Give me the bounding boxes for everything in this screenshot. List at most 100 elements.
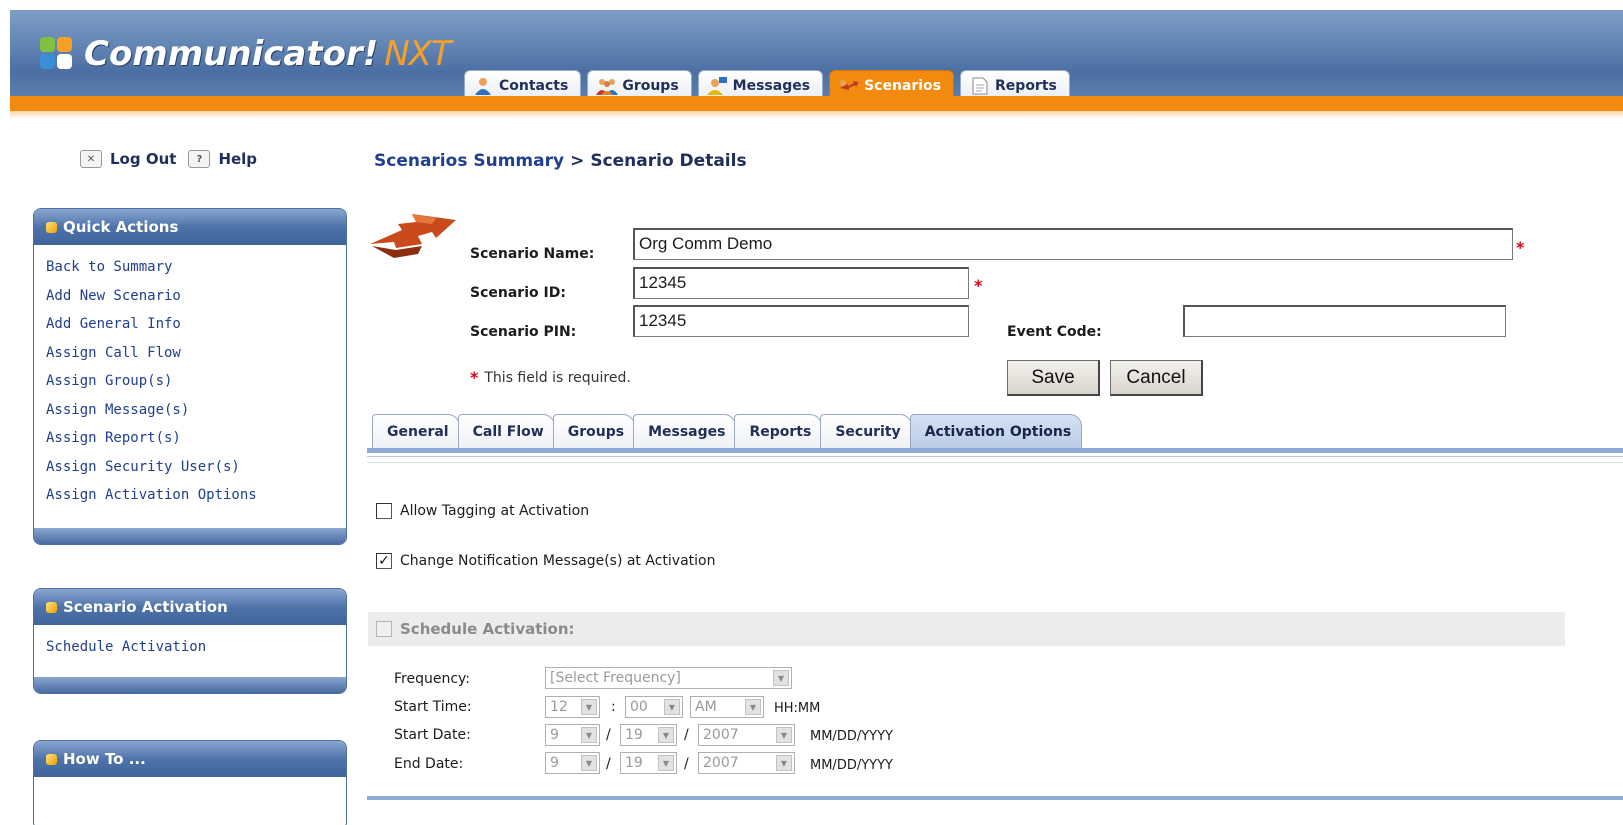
change-message-checkbox[interactable]: ✓ xyxy=(376,553,392,569)
tab-label: Contacts xyxy=(499,77,569,94)
breadcrumb: Scenarios Summary > Scenario Details xyxy=(374,151,747,171)
tab-call-flow[interactable]: Call Flow xyxy=(457,414,555,448)
quick-link-assign-messages[interactable]: Assign Message(s) xyxy=(46,396,346,425)
tab-label: Scenarios xyxy=(864,77,942,94)
scenario-name-label: Scenario Name: xyxy=(470,246,595,262)
frequency-value: [Select Frequency] xyxy=(550,670,681,686)
app-header: Communicator! NXT Contacts Groups Messag… xyxy=(10,10,1623,119)
required-field-note: * This field is required. xyxy=(470,368,631,387)
start-date-label: Start Date: xyxy=(394,727,471,743)
quick-actions-list: Back to Summary Add New Scenario Add Gen… xyxy=(34,245,346,528)
quick-link-assign-groups[interactable]: Assign Group(s) xyxy=(46,367,346,396)
scenario-activation-list: Schedule Activation xyxy=(34,625,346,677)
contact-person-icon xyxy=(473,77,493,95)
report-document-icon xyxy=(969,77,989,95)
start-time-label: Start Time: xyxy=(394,699,472,715)
start-hour-value: 12 xyxy=(550,699,568,715)
chevron-down-icon: ▼ xyxy=(658,727,674,743)
save-button[interactable]: Save xyxy=(1007,360,1100,396)
date-format-hint: MM/DD/YYYY xyxy=(810,758,893,773)
start-month-select[interactable]: 9 ▼ xyxy=(545,724,600,746)
quick-actions-header: Quick Actions xyxy=(34,209,346,245)
required-marker: * xyxy=(974,276,983,295)
quick-link-add-general-info[interactable]: Add General Info xyxy=(46,310,346,339)
quick-link-add-new-scenario[interactable]: Add New Scenario xyxy=(46,282,346,311)
tab-activation-options[interactable]: Activation Options xyxy=(909,414,1083,448)
help-icon[interactable]: ? xyxy=(188,150,211,168)
quick-link-assign-security-users[interactable]: Assign Security User(s) xyxy=(46,453,346,482)
event-code-label: Event Code: xyxy=(1007,324,1102,340)
tab-label: Messages xyxy=(732,77,811,94)
logo-suffix: NXT xyxy=(384,34,451,74)
chevron-down-icon: ▼ xyxy=(776,755,792,771)
schedule-activation-section: Schedule Activation: xyxy=(368,612,1565,646)
end-year-value: 2007 xyxy=(703,755,739,771)
scenario-activation-title: Scenario Activation xyxy=(63,598,228,616)
chevron-down-icon: ▼ xyxy=(581,699,597,715)
divider xyxy=(367,456,1623,457)
close-icon[interactable]: ✕ xyxy=(80,150,102,168)
frequency-select[interactable]: [Select Frequency] ▼ xyxy=(545,667,792,689)
tab-messages[interactable]: Messages xyxy=(633,414,737,448)
tab-label: Reports xyxy=(995,77,1057,94)
logo-text: Communicator! xyxy=(84,34,379,74)
end-day-select[interactable]: 19 ▼ xyxy=(620,752,677,774)
scenario-id-label: Scenario ID: xyxy=(470,285,566,301)
start-year-select[interactable]: 2007 ▼ xyxy=(698,724,795,746)
start-hour-select[interactable]: 12 ▼ xyxy=(545,696,600,718)
quick-link-assign-reports[interactable]: Assign Report(s) xyxy=(46,424,346,453)
event-code-input[interactable] xyxy=(1183,305,1506,337)
scenario-detail-tabs: General Call Flow Groups Messages Report… xyxy=(372,414,1083,448)
chevron-down-icon: ▼ xyxy=(581,727,597,743)
start-day-select[interactable]: 19 ▼ xyxy=(620,724,677,746)
date-separator: / xyxy=(684,727,689,743)
quick-actions-title: Quick Actions xyxy=(63,218,179,236)
message-person-icon xyxy=(706,76,727,95)
scenario-pin-input[interactable]: 12345 xyxy=(633,305,969,337)
logout-link[interactable]: Log Out xyxy=(110,150,176,168)
scenario-activation-header: Scenario Activation xyxy=(34,589,346,625)
end-month-select[interactable]: 9 ▼ xyxy=(545,752,600,774)
required-marker: * xyxy=(1516,238,1525,257)
tab-general[interactable]: General xyxy=(372,414,460,448)
scenario-name-input[interactable]: Org Comm Demo xyxy=(633,228,1513,260)
app-logo: Communicator! NXT xyxy=(40,26,452,82)
panel-bullet-icon xyxy=(46,601,57,613)
allow-tagging-label: Allow Tagging at Activation xyxy=(400,503,590,519)
time-format-hint: HH:MM xyxy=(774,701,821,716)
start-day-value: 19 xyxy=(625,727,643,743)
end-year-select[interactable]: 2007 ▼ xyxy=(698,752,795,774)
help-link[interactable]: Help xyxy=(218,150,257,168)
breadcrumb-parent[interactable]: Scenarios Summary xyxy=(374,151,564,171)
scenario-id-input[interactable]: 12345 xyxy=(633,267,969,299)
panel-bullet-icon xyxy=(46,753,57,765)
date-separator: / xyxy=(606,756,611,772)
tab-reports[interactable]: Reports xyxy=(734,414,823,448)
chevron-down-icon: ▼ xyxy=(664,699,680,715)
time-separator: : xyxy=(611,699,616,715)
quick-link-schedule-activation[interactable]: Schedule Activation xyxy=(46,633,346,662)
required-marker: * xyxy=(470,368,479,387)
quick-link-assign-activation-options[interactable]: Assign Activation Options xyxy=(46,481,346,510)
allow-tagging-option: Allow Tagging at Activation xyxy=(376,503,589,519)
quick-link-assign-call-flow[interactable]: Assign Call Flow xyxy=(46,339,346,368)
quick-actions-panel: Quick Actions Back to Summary Add New Sc… xyxy=(33,208,347,545)
cancel-button[interactable]: Cancel xyxy=(1110,360,1203,396)
start-minute-select[interactable]: 00 ▼ xyxy=(625,696,683,718)
divider xyxy=(367,796,1623,800)
date-separator: / xyxy=(606,727,611,743)
date-separator: / xyxy=(684,756,689,772)
tab-groups[interactable]: Groups xyxy=(552,414,636,448)
start-minute-value: 00 xyxy=(630,699,648,715)
start-ampm-select[interactable]: AM ▼ xyxy=(690,696,764,718)
start-year-value: 2007 xyxy=(703,727,739,743)
header-accent-bar xyxy=(10,96,1623,111)
chevron-down-icon: ▼ xyxy=(658,755,674,771)
allow-tagging-checkbox[interactable] xyxy=(376,503,392,519)
tab-underline xyxy=(367,448,1623,453)
tab-security[interactable]: Security xyxy=(820,414,912,448)
end-month-value: 9 xyxy=(550,755,559,771)
schedule-activation-checkbox[interactable] xyxy=(376,621,392,637)
quick-link-back-to-summary[interactable]: Back to Summary xyxy=(46,253,346,282)
end-day-value: 19 xyxy=(625,755,643,771)
